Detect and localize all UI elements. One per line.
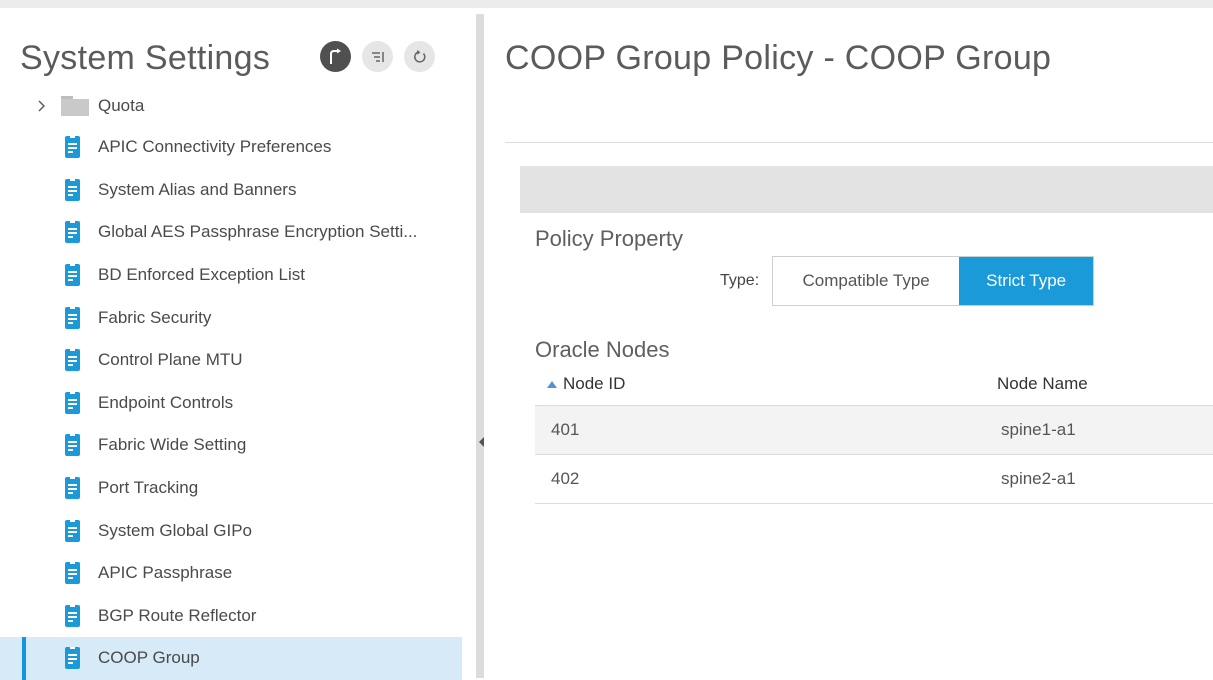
main-panel: COOP Group Policy - COOP Group Policy Pr… — [484, 8, 1213, 678]
table-header: Node ID Node Name — [535, 363, 1213, 406]
type-label: Type: — [720, 272, 760, 289]
tree-item-label: Endpoint Controls — [98, 392, 234, 412]
tree-item-label: APIC Passphrase — [98, 563, 233, 583]
tree-item-control-plane-mtu[interactable]: Control Plane MTU — [0, 339, 462, 382]
divider — [505, 142, 1213, 143]
tree-item-coop-group[interactable]: COOP Group — [0, 637, 462, 680]
policy-document-icon — [65, 136, 80, 159]
filter-list-icon — [371, 51, 384, 62]
table-row[interactable]: 402 spine2-a1 — [535, 455, 1213, 504]
settings-tree: Quota APIC Connectivity Preferences Syst… — [0, 86, 462, 680]
refresh-button[interactable] — [404, 41, 435, 72]
tree-item-port-tracking[interactable]: Port Tracking — [0, 467, 462, 510]
column-header-node-name[interactable]: Node Name — [997, 374, 1213, 394]
tree-item-apic-passphrase[interactable]: APIC Passphrase — [0, 552, 462, 595]
tree-item-endpoint-controls[interactable]: Endpoint Controls — [0, 382, 462, 425]
tree-item-bgp-route-reflector[interactable]: BGP Route Reflector — [0, 595, 462, 638]
collapse-tree-icon — [329, 48, 341, 64]
folder-icon — [61, 96, 89, 116]
collapse-tree-button[interactable] — [320, 41, 351, 72]
policy-document-icon — [65, 306, 80, 329]
tree-item-quota[interactable]: Quota — [0, 86, 462, 126]
tree-item-label: BGP Route Reflector — [98, 605, 257, 625]
policy-document-icon — [65, 434, 80, 457]
policy-document-icon — [65, 349, 80, 372]
node-name-cell: spine1-a1 — [1001, 420, 1076, 439]
tree-item-label: Global AES Passphrase Encryption Setti..… — [98, 222, 418, 242]
column-header-node-id[interactable]: Node ID — [535, 374, 997, 394]
tree-item-system-alias-and-banners[interactable]: System Alias and Banners — [0, 169, 462, 212]
table-row[interactable]: 401 spine1-a1 — [535, 406, 1213, 455]
compatible-type-option[interactable]: Compatible Type — [773, 257, 960, 305]
tree-item-label: Quota — [98, 96, 145, 115]
tree-item-fabric-wide-setting[interactable]: Fabric Wide Setting — [0, 424, 462, 467]
tree-item-label: Fabric Security — [98, 307, 212, 327]
chevron-right-icon[interactable] — [38, 100, 46, 112]
strict-type-option[interactable]: Strict Type — [959, 257, 1094, 305]
tree-item-label: Control Plane MTU — [98, 350, 243, 370]
policy-document-icon — [65, 391, 80, 414]
tree-item-apic-connectivity-preferences[interactable]: APIC Connectivity Preferences — [0, 126, 462, 169]
refresh-icon — [413, 49, 426, 63]
page-title: COOP Group Policy - COOP Group — [505, 39, 1052, 77]
tree-item-label: System Global GIPo — [98, 520, 253, 540]
sidebar-actions — [320, 41, 435, 72]
tree-item-label: System Alias and Banners — [98, 179, 297, 199]
tree-item-global-aes-passphrase[interactable]: Global AES Passphrase Encryption Setti..… — [0, 211, 462, 254]
policy-document-icon — [65, 604, 80, 627]
oracle-nodes-table: Node ID Node Name 401 spine1-a1 402 spin… — [535, 363, 1213, 504]
policy-document-icon — [65, 221, 80, 244]
sort-ascending-icon — [547, 380, 557, 388]
pane-splitter[interactable] — [476, 14, 484, 678]
policy-document-icon — [65, 178, 80, 201]
type-segmented-control: Compatible Type Strict Type — [772, 256, 1095, 306]
tree-item-label: BD Enforced Exception List — [98, 265, 305, 285]
sidebar-title: System Settings — [20, 39, 271, 77]
tree-item-label: Fabric Wide Setting — [98, 435, 247, 455]
oracle-nodes-heading: Oracle Nodes — [535, 337, 670, 362]
tree-item-bd-enforced-exception-list[interactable]: BD Enforced Exception List — [0, 254, 462, 297]
policy-property-heading: Policy Property — [535, 226, 683, 251]
policy-document-icon — [65, 477, 80, 500]
tree-item-label: Port Tracking — [98, 478, 199, 498]
column-header-label: Node Name — [997, 374, 1088, 393]
filter-button[interactable] — [362, 41, 393, 72]
policy-document-icon — [65, 562, 80, 585]
column-header-label: Node ID — [563, 374, 626, 393]
node-name-cell: spine2-a1 — [1001, 469, 1076, 488]
policy-document-icon — [65, 519, 80, 542]
sidebar: System Settings Quota APIC Connectivity … — [0, 8, 476, 680]
tree-item-system-global-gipo[interactable]: System Global GIPo — [0, 509, 462, 552]
node-id-cell: 402 — [551, 469, 580, 488]
top-bar — [0, 0, 1213, 8]
policy-document-icon — [65, 264, 80, 287]
toolbar-strip — [520, 166, 1213, 213]
type-selector-row: Type: Compatible Type Strict Type — [720, 256, 1095, 306]
tree-item-fabric-security[interactable]: Fabric Security — [0, 296, 462, 339]
tree-item-label: COOP Group — [98, 648, 200, 668]
tree-item-label: APIC Connectivity Preferences — [98, 137, 332, 157]
node-id-cell: 401 — [551, 420, 580, 439]
policy-document-icon — [65, 647, 80, 670]
